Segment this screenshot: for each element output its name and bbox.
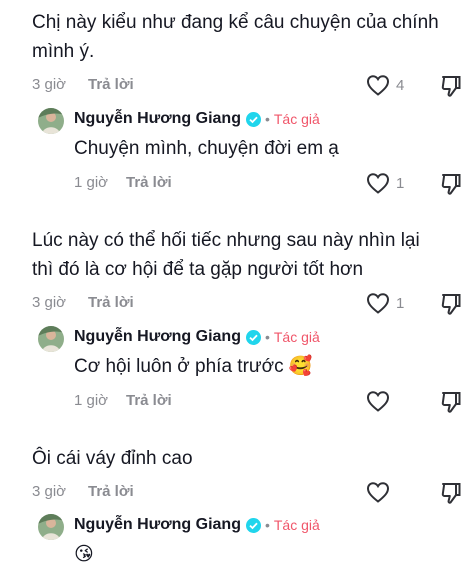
reply-meta: 1 giờ Trả lời 1 [74, 172, 461, 196]
author-name[interactable]: Nguyễn Hương Giang [74, 516, 241, 534]
comment-text: Ôi cái váy đỉnh cao [32, 448, 193, 469]
comment-2: Lúc này có thể hối tiếc nhưng sau này nh… [32, 226, 461, 316]
reply-2: Nguyễn Hương Giang • Tác giả Cơ hội luôn… [38, 324, 461, 414]
like-count: 1 [396, 174, 405, 192]
reply-button[interactable]: Trả lời [126, 392, 172, 409]
reply-1: Nguyễn Hương Giang • Tác giả Chuyện mình… [38, 106, 461, 196]
author-tag: Tác giả [273, 329, 320, 345]
like-button[interactable]: 1 [366, 292, 404, 314]
avatar[interactable] [38, 326, 64, 352]
heart-icon [366, 173, 390, 194]
comment-time: 3 giờ [32, 76, 67, 93]
like-button[interactable]: 1 [366, 172, 404, 194]
reply-text: Chuyện mình, chuyện đời em ạ [74, 138, 339, 159]
verified-badge-icon [245, 517, 261, 533]
reply-3: Nguyễn Hương Giang • Tác giả 😘 [38, 512, 459, 569]
like-count: 4 [396, 76, 405, 94]
verified-badge-icon [245, 111, 261, 127]
author-name[interactable]: Nguyễn Hương Giang [74, 328, 241, 346]
avatar[interactable] [38, 514, 64, 540]
dislike-icon [441, 483, 461, 504]
comment-time: 3 giờ [32, 483, 67, 500]
comment-meta: 3 giờ Trả lời 4 [32, 74, 461, 98]
comment-text: Chị này kiểu như đang kể câu chuyện của … [32, 12, 439, 62]
reply-text: 😘 [74, 544, 94, 565]
comment-time: 3 giờ [32, 294, 67, 311]
dislike-button[interactable] [440, 292, 462, 320]
dislike-icon [441, 76, 461, 97]
separator-dot: • [264, 111, 270, 127]
author-tag: Tác giả [273, 517, 320, 533]
reply-meta: 1 giờ Trả lời [74, 390, 461, 414]
heart-icon [366, 482, 390, 503]
like-button[interactable]: 4 [366, 74, 404, 96]
reply-time: 1 giờ [74, 392, 109, 409]
verified-badge-icon [245, 329, 261, 345]
author-line: Nguyễn Hương Giang • Tác giả [74, 324, 320, 350]
comments-panel: Chị này kiểu như đang kể câu chuyện của … [0, 0, 471, 569]
dislike-button[interactable] [440, 481, 462, 509]
separator-dot: • [264, 517, 270, 533]
comment-meta: 3 giờ Trả lời [32, 481, 461, 505]
like-button[interactable] [366, 390, 396, 412]
reply-button[interactable]: Trả lời [126, 174, 172, 191]
author-line: Nguyễn Hương Giang • Tác giả [74, 106, 320, 132]
reply-text: Cơ hội luôn ở phía trước 🥰 [74, 356, 313, 377]
dislike-button[interactable] [440, 390, 462, 418]
dislike-button[interactable] [440, 172, 462, 200]
heart-icon [366, 293, 390, 314]
dislike-button[interactable] [440, 74, 462, 102]
comment-1: Chị này kiểu như đang kể câu chuyện của … [32, 8, 461, 98]
comment-text: Lúc này có thể hối tiếc nhưng sau này nh… [32, 230, 420, 280]
author-name[interactable]: Nguyễn Hương Giang [74, 110, 241, 128]
reply-button[interactable]: Trả lời [88, 483, 134, 500]
reply-time: 1 giờ [74, 174, 109, 191]
dislike-icon [441, 174, 461, 195]
reply-button[interactable]: Trả lời [88, 294, 134, 311]
reply-button[interactable]: Trả lời [88, 76, 134, 93]
author-line: Nguyễn Hương Giang • Tác giả [74, 512, 320, 538]
comment-3: Ôi cái váy đỉnh cao 3 giờ Trả lời [32, 444, 461, 505]
like-button[interactable] [366, 481, 396, 503]
separator-dot: • [264, 329, 270, 345]
comment-meta: 3 giờ Trả lời 1 [32, 292, 461, 316]
dislike-icon [441, 392, 461, 413]
author-tag: Tác giả [273, 111, 320, 127]
heart-icon [366, 75, 390, 96]
like-count: 1 [396, 294, 405, 312]
avatar[interactable] [38, 108, 64, 134]
heart-icon [366, 391, 390, 412]
dislike-icon [441, 294, 461, 315]
